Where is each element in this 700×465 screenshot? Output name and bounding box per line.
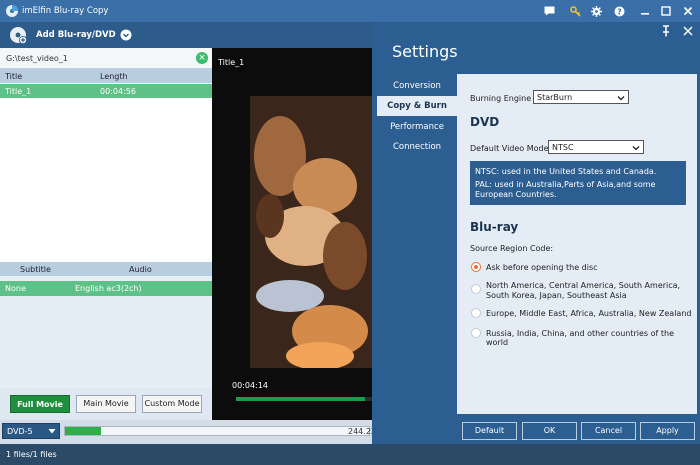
pin-icon[interactable] [660, 25, 672, 37]
disc-usage-bar [64, 426, 370, 436]
ok-button[interactable]: OK [522, 422, 577, 440]
region-label: Source Region Code: [470, 244, 554, 253]
video-preview[interactable]: Title_1 00:04:14 [212, 48, 372, 420]
titles-header: Title Length [0, 69, 212, 83]
video-frame [250, 96, 372, 368]
tab-connection[interactable]: Connection [377, 137, 457, 157]
region-radio-0[interactable] [471, 262, 481, 272]
disc-type-select[interactable]: DVD-5 [2, 423, 60, 439]
video-title: Title_1 [218, 58, 245, 67]
subtitle-column-header[interactable]: Subtitle [20, 265, 51, 274]
settings-content: Burning Engine StarBurn DVD Default Vide… [457, 74, 697, 414]
source-path-bar: G:\test_video_1 × [0, 48, 212, 69]
chevron-down-icon [617, 94, 625, 102]
region-option-1[interactable]: North America, Central America, South Am… [486, 281, 691, 301]
title-cell: Title_1 [5, 87, 32, 96]
close-settings-icon[interactable] [682, 25, 694, 37]
chevron-down-icon[interactable] [120, 29, 132, 41]
tab-performance[interactable]: Performance [377, 117, 457, 137]
video-mode-value: NTSC [552, 143, 574, 152]
apply-button[interactable]: Apply [640, 422, 695, 440]
region-radio-3[interactable] [471, 328, 481, 338]
left-panel: G:\test_video_1 × Title Length Title_1 0… [0, 48, 212, 420]
ntsc-note: NTSC: used in the United States and Cana… [475, 167, 657, 176]
tab-copy-burn[interactable]: Copy & Burn [377, 96, 457, 116]
bluray-heading: Blu-ray [470, 220, 519, 234]
table-row[interactable]: None English ac3(2ch) [0, 281, 212, 296]
maximize-icon[interactable] [658, 3, 674, 19]
help-icon[interactable]: ? [611, 3, 627, 19]
dvd-heading: DVD [470, 115, 500, 129]
table-row[interactable]: Title_1 00:04:56 [0, 84, 212, 98]
video-progress-fill [236, 397, 366, 401]
length-cell: 00:04:56 [100, 87, 136, 96]
region-option-3[interactable]: Russia, India, China, and other countrie… [486, 329, 697, 347]
region-radio-1[interactable] [471, 284, 481, 294]
message-icon[interactable] [541, 3, 557, 19]
video-time: 00:04:14 [232, 381, 268, 390]
audio-cell: English ac3(2ch) [75, 284, 142, 293]
disc-usage-fill [65, 427, 102, 435]
pal-note: PAL: used in Australia,Parts of Asia,and… [475, 180, 656, 199]
toolbar: Add Blu-ray/DVD [0, 22, 372, 48]
app-logo-icon [5, 4, 19, 18]
custom-mode-button[interactable]: Custom Mode [142, 395, 202, 413]
main-movie-button[interactable]: Main Movie [76, 395, 136, 413]
cancel-button[interactable]: Cancel [581, 422, 636, 440]
burning-engine-select[interactable]: StarBurn [533, 90, 629, 104]
region-radio-2[interactable] [471, 308, 481, 318]
default-button[interactable]: Default [462, 422, 517, 440]
region-option-0[interactable]: Ask before opening the disc [486, 263, 598, 272]
tab-conversion[interactable]: Conversion [377, 76, 457, 96]
burning-engine-value: StarBurn [537, 93, 573, 102]
status-bar: 1 files/1 files [0, 444, 700, 465]
tracks-header: Subtitle Audio [0, 262, 212, 276]
video-progress-track[interactable] [236, 397, 372, 401]
settings-panel: Settings Conversion Copy & Burn Performa… [372, 22, 700, 444]
chevron-down-icon [632, 144, 640, 152]
disc-type-value: DVD-5 [7, 427, 33, 436]
burning-engine-label: Burning Engine [470, 94, 532, 103]
titles-list [0, 83, 212, 262]
window-title: imElfin Blu-ray Copy [22, 6, 109, 16]
title-column-header[interactable]: Title [5, 72, 22, 81]
svg-text:?: ? [617, 7, 622, 16]
minimize-icon[interactable] [637, 3, 653, 19]
title-bar: imElfin Blu-ray Copy ? [0, 0, 700, 22]
file-count: 1 files/1 files [6, 450, 57, 459]
source-path: G:\test_video_1 [6, 54, 68, 63]
full-movie-button[interactable]: Full Movie [10, 395, 70, 413]
disc-bar: DVD-5 244.23 [0, 420, 376, 444]
video-mode-info: NTSC: used in the United States and Cana… [470, 161, 686, 205]
video-mode-label: Default Video Mode [470, 144, 549, 153]
region-option-2[interactable]: Europe, Middle East, Africa, Australia, … [486, 309, 691, 318]
chevron-down-icon [48, 428, 56, 435]
length-column-header[interactable]: Length [100, 72, 128, 81]
remove-source-icon[interactable]: × [196, 52, 208, 64]
audio-column-header[interactable]: Audio [129, 265, 152, 274]
add-bluray-dvd-button[interactable]: Add Blu-ray/DVD [36, 30, 116, 40]
close-window-icon[interactable] [680, 3, 696, 19]
settings-heading: Settings [392, 42, 458, 61]
key-icon[interactable] [567, 3, 583, 19]
subtitle-cell: None [5, 284, 26, 293]
gear-icon[interactable] [588, 3, 604, 19]
video-mode-select[interactable]: NTSC [548, 140, 644, 154]
add-disc-icon[interactable] [9, 26, 27, 44]
